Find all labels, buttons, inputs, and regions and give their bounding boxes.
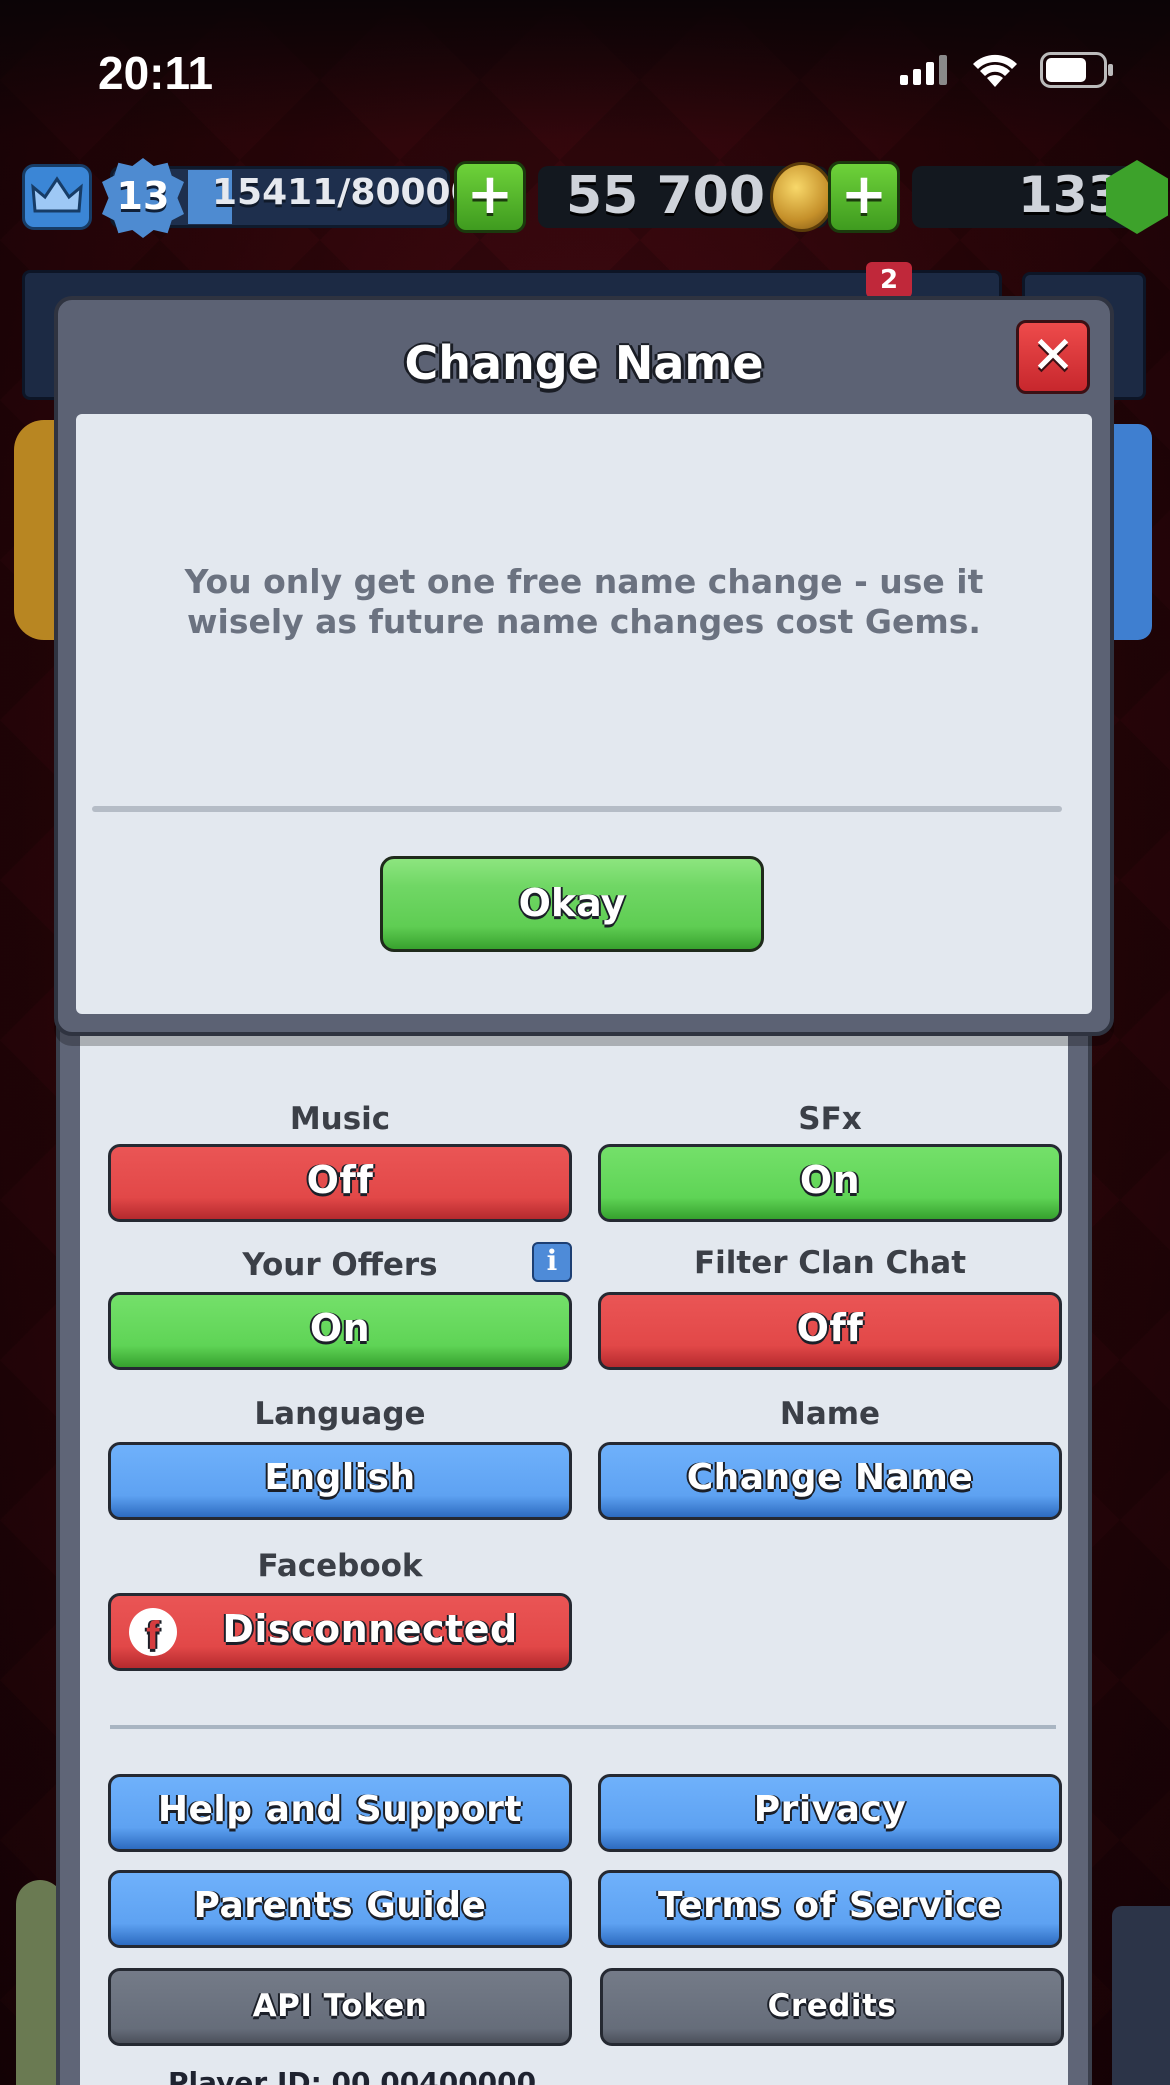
battery-icon (1040, 52, 1113, 88)
name-label: Name (779, 1396, 881, 1432)
terms-of-service-button[interactable]: Terms of Service (598, 1870, 1062, 1948)
facebook-label: Facebook (257, 1548, 423, 1584)
gold-coin-icon (770, 162, 834, 232)
facebook-status: Disconnected (222, 1607, 518, 1651)
filter-clan-chat-label: Filter Clan Chat (693, 1245, 967, 1281)
xp-text: 15411/80000 (212, 172, 476, 213)
sfx-label: SFx (798, 1101, 862, 1137)
buy-gems-button[interactable]: + (828, 161, 900, 233)
gold-amount: 55 700 (566, 166, 766, 226)
music-label: Music (289, 1101, 391, 1137)
bottom-nav-edge-right (1112, 1906, 1170, 2085)
language-button[interactable]: English (108, 1442, 572, 1520)
buy-gold-button[interactable]: + (454, 161, 526, 233)
facebook-button[interactable]: f Disconnected (108, 1593, 572, 1671)
change-name-dialog: Change Name ✕ You only get one free name… (54, 296, 1114, 1036)
filter-clan-chat-toggle[interactable]: Off (598, 1292, 1062, 1370)
resource-bar: 13 15411/80000 + 55 700 + 133 (18, 158, 1168, 238)
parents-guide-button[interactable]: Parents Guide (108, 1870, 572, 1948)
music-toggle[interactable]: Off (108, 1144, 572, 1222)
cellular-signal-icon (900, 55, 947, 85)
dialog-message: You only get one free name change - use … (184, 562, 984, 641)
dialog-divider (92, 806, 1062, 812)
wifi-icon (973, 54, 1017, 87)
notification-badge: 2 (866, 262, 912, 298)
info-icon[interactable]: i (532, 1242, 572, 1282)
dialog-title: Change Name (404, 336, 764, 390)
language-label: Language (254, 1396, 426, 1432)
friends-button-edge (1112, 424, 1152, 640)
sfx-toggle[interactable]: On (598, 1144, 1062, 1222)
crown-icon[interactable] (22, 164, 92, 230)
api-token-button[interactable]: API Token (108, 1968, 572, 2046)
credits-button[interactable]: Credits (600, 1968, 1064, 2046)
okay-button[interactable]: Okay (380, 856, 764, 952)
player-id: Player ID: 00 00400000 (168, 2066, 537, 2085)
offers-toggle[interactable]: On (108, 1292, 572, 1370)
close-button[interactable]: ✕ (1016, 320, 1090, 394)
level-number: 13 (116, 174, 170, 218)
privacy-button[interactable]: Privacy (598, 1774, 1062, 1852)
section-divider (110, 1725, 1056, 1729)
change-name-button[interactable]: Change Name (598, 1442, 1062, 1520)
help-support-button[interactable]: Help and Support (108, 1774, 572, 1852)
status-icons (900, 52, 1114, 88)
crown-icon-glyph (31, 176, 83, 213)
dialog-body: You only get one free name change - use … (76, 414, 1092, 1014)
status-time: 20:11 (98, 47, 214, 99)
facebook-icon: f (129, 1608, 177, 1658)
offers-label: Your Offers (242, 1247, 438, 1283)
